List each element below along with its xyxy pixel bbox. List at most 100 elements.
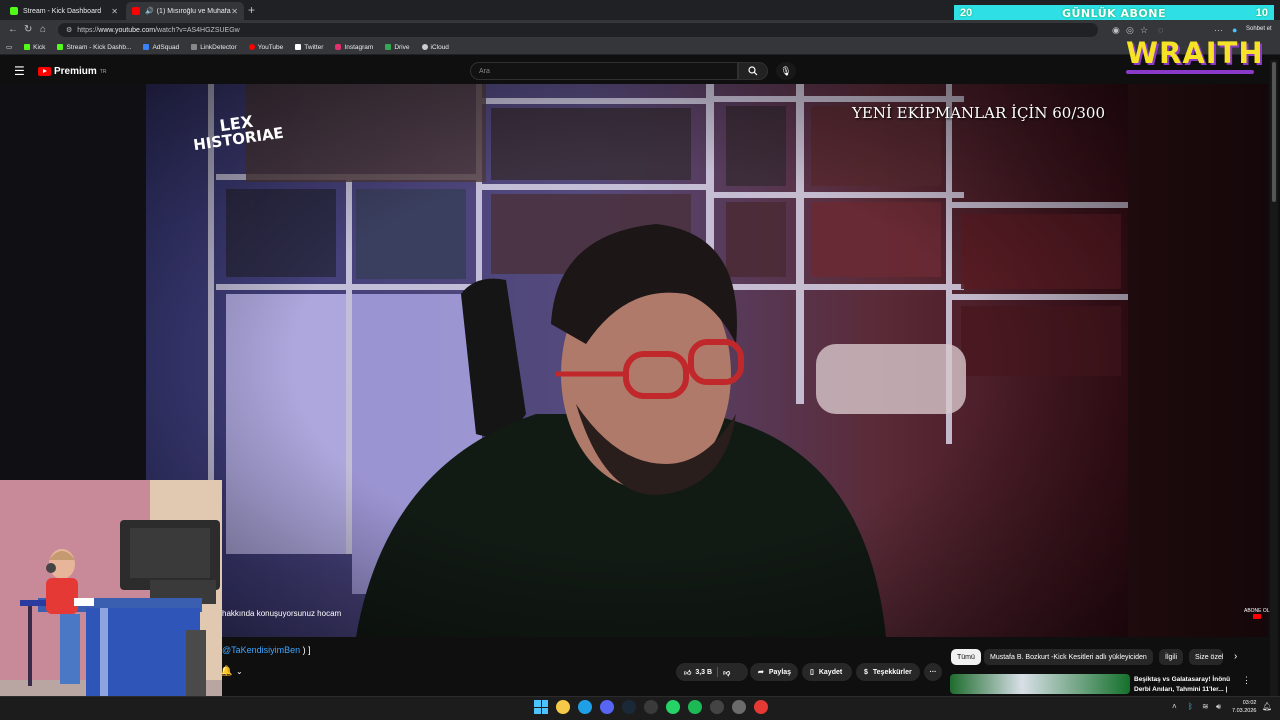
search-input[interactable]: Ara	[470, 62, 738, 80]
search-icon	[748, 66, 758, 76]
bookmark-icloud[interactable]: iCloud	[421, 43, 449, 51]
notification-icon[interactable]: 🔔︎	[1262, 702, 1272, 711]
whatsapp-icon[interactable]	[666, 700, 680, 714]
back-icon[interactable]: ←	[8, 24, 18, 35]
dislike-button[interactable]: 👎︎	[723, 668, 730, 677]
share-label: Paylaş	[768, 668, 792, 676]
bookmark-label: iCloud	[430, 43, 449, 51]
youtube-icon	[248, 44, 255, 50]
recommended-video-thumbnail[interactable]	[950, 674, 1130, 694]
subscribe-end-card[interactable]: ABONE OL	[1244, 608, 1270, 621]
close-icon[interactable]: ✕	[231, 7, 238, 16]
file-explorer-icon[interactable]	[556, 700, 570, 714]
share-button[interactable]: ➦ Paylaş	[750, 663, 798, 681]
bookmark-twitter[interactable]: Twitter	[295, 44, 323, 51]
bookmark-kick-dashboard[interactable]: Stream - Kick Dashb...	[57, 44, 131, 51]
bookmark-youtube[interactable]: YouTube	[248, 44, 283, 51]
bookmark-label: Twitter	[304, 43, 324, 51]
app-icon[interactable]	[732, 700, 746, 714]
windows-logo-pane	[534, 707, 541, 714]
chevron-down-icon[interactable]: ⌄	[236, 667, 243, 676]
windows-start-icon[interactable]	[534, 700, 548, 714]
notification-bell-icon[interactable]: 🔔	[220, 666, 232, 677]
system-clock[interactable]: 03:02 7.03.2026	[1232, 699, 1256, 715]
wifi-icon[interactable]: ≋	[1202, 702, 1209, 711]
bookmark-drive[interactable]: Drive	[385, 44, 410, 51]
windows-logo-pane	[534, 700, 541, 707]
chevron-right-icon[interactable]: ›	[1234, 651, 1237, 662]
instagram-icon	[335, 44, 342, 50]
mention-link[interactable]: @TaKendisiyimBen	[222, 645, 300, 655]
chat-button[interactable]: Sohbet et	[1246, 26, 1272, 32]
adsquad-icon	[143, 44, 150, 50]
recommended-video-title[interactable]: Beşiktaş vs Galatasaray! İnönü Derbi Anı…	[1134, 675, 1238, 695]
like-count: 3,3 B	[695, 668, 713, 676]
sub-goal-label: GÜNLÜK ABONE	[1061, 6, 1167, 20]
hamburger-menu-icon[interactable]: ☰	[14, 64, 25, 78]
spotify-icon[interactable]	[688, 700, 702, 714]
video-letterbox-right	[1128, 84, 1268, 637]
discord-icon[interactable]	[600, 700, 614, 714]
home-icon[interactable]: ⌂	[40, 24, 46, 35]
tab-kick-dashboard[interactable]: Stream - Kick Dashboard ✕	[4, 2, 124, 20]
windows-logo-pane	[541, 707, 548, 714]
webcam-overlay	[0, 480, 222, 720]
new-tab-button[interactable]: +	[248, 3, 255, 17]
windows-logo-pane	[541, 700, 548, 707]
bookmark-star-icon[interactable]: ☆	[1140, 25, 1148, 36]
volume-icon[interactable]: 🔊︎	[1216, 702, 1221, 712]
bookmarks-bar: ▭ Kick Stream - Kick Dashb... AdSquad Li…	[0, 40, 1280, 55]
speaker-icon[interactable]: 🔊	[145, 7, 154, 15]
extensions-icon[interactable]: ◌	[1158, 25, 1163, 35]
url-input[interactable]: ⚙ https://www.youtube.com/watch?v=AS4HGZ…	[58, 23, 1098, 37]
site-info-icon[interactable]: ⚙	[66, 26, 72, 34]
bookmark-icon: ▯	[810, 669, 814, 676]
youtube-icon	[132, 7, 140, 15]
bookmark-kick[interactable]: Kick	[24, 44, 45, 51]
chip-all[interactable]: Tümü	[951, 649, 981, 665]
tab-youtube[interactable]: 🔊 (1) Mısıroğlu ve Muhafazakar ✕	[126, 2, 244, 20]
microphone-icon: 🎙	[780, 65, 792, 76]
bookmark-label: Stream - Kick Dashb...	[66, 43, 132, 51]
bookmarks-folder-icon[interactable]: ▭	[6, 43, 12, 51]
url-prefix: https://	[77, 26, 99, 34]
search-button[interactable]	[738, 62, 768, 80]
close-icon[interactable]: ✕	[111, 7, 118, 16]
bookmark-adsquad[interactable]: AdSquad	[143, 44, 179, 51]
more-icon[interactable]: ⋯	[1214, 25, 1223, 36]
equipment-goal-overlay: YENİ EKİPMANLAR İÇİN 60/300	[852, 104, 1106, 122]
chip-from-uploader[interactable]: Mustafa B. Bozkurt -Kick Kesitleri adlı …	[984, 649, 1153, 665]
steam-icon[interactable]	[622, 700, 636, 714]
edge-icon[interactable]	[578, 700, 592, 714]
video-player[interactable]	[146, 84, 1128, 637]
thumbs-down-icon: 👎︎	[723, 669, 731, 677]
voice-search-button[interactable]: 🎙	[776, 62, 796, 80]
kebab-menu-icon[interactable]: ⋮	[1242, 675, 1251, 686]
recorder-icon[interactable]	[754, 700, 768, 714]
super-thanks-icon: $	[864, 668, 868, 676]
wraith-overlay-logo: WRAITH	[1126, 36, 1264, 70]
like-button[interactable]: 👍︎ 3,3 B	[684, 668, 712, 677]
thanks-button[interactable]: $ Teşekkürler	[856, 663, 920, 681]
chevron-up-icon[interactable]: ˄	[1172, 702, 1177, 711]
terminal-icon[interactable]	[644, 700, 658, 714]
translate-icon[interactable]: ◉	[1112, 25, 1120, 36]
more-actions-button[interactable]: ···	[924, 663, 942, 681]
chip-related[interactable]: İlgili	[1159, 649, 1184, 665]
save-button[interactable]: ▯ Kaydet	[802, 663, 852, 681]
scrollbar-thumb[interactable]	[1272, 62, 1276, 202]
kick-icon	[24, 44, 31, 50]
chip-for-you[interactable]: Size özel	[1189, 649, 1223, 665]
bookmark-label: Kick	[33, 43, 46, 51]
copilot-icon[interactable]: ●	[1232, 25, 1237, 35]
youtube-play-icon	[38, 67, 51, 76]
bluetooth-icon[interactable]: ᛒ	[1188, 702, 1193, 711]
youtube-premium-logo[interactable]: Premium TR	[38, 66, 106, 77]
obs-icon[interactable]	[710, 700, 724, 714]
logo-text: Premium	[54, 66, 97, 77]
bookmark-linkdetector[interactable]: LinkDetector	[191, 44, 237, 51]
screenshot-icon[interactable]: ◎	[1126, 25, 1134, 36]
tab-title: Stream - Kick Dashboard	[23, 7, 102, 15]
reload-icon[interactable]: ↻	[24, 24, 32, 35]
bookmark-instagram[interactable]: Instagram	[335, 44, 373, 51]
